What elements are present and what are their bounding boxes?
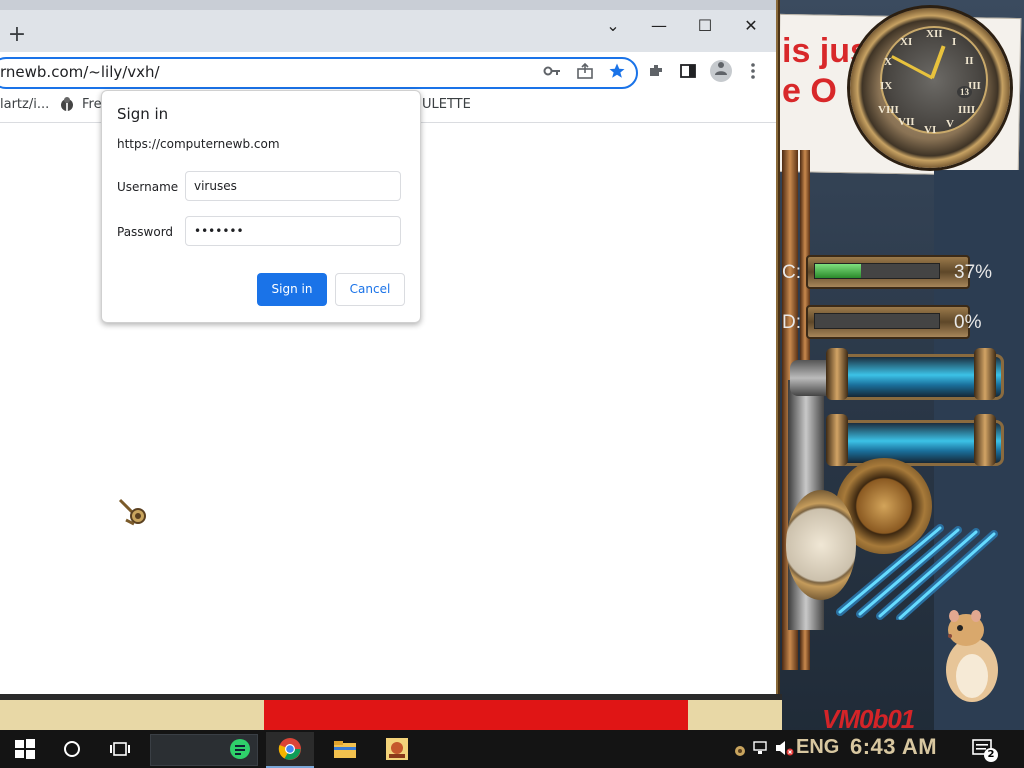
clock-numeral: V (946, 118, 954, 130)
bookmark-item[interactable]: Fre (82, 97, 102, 112)
tube-cap (826, 414, 848, 466)
key-icon[interactable] (542, 62, 562, 82)
neon-rods (836, 524, 998, 620)
minimize-button[interactable]: — (636, 12, 682, 40)
menu-kebab-icon[interactable] (743, 62, 763, 82)
clock-date: 13 (957, 86, 972, 98)
clock-numeral: IX (880, 80, 893, 92)
cancel-button[interactable]: Cancel (335, 273, 405, 306)
chat-icon (230, 739, 250, 759)
window-shadow (0, 694, 782, 700)
bookmark-item[interactable]: lartz/i... (0, 97, 49, 112)
hamster-icon (946, 610, 998, 702)
banner-text-line2: e O (782, 72, 837, 110)
gauge-percent-label: 37% (954, 262, 993, 283)
chrome-icon (276, 732, 304, 766)
drive-gauge-c (806, 255, 970, 289)
tube-cap (974, 414, 996, 466)
side-panel-icon[interactable] (678, 62, 698, 82)
tab-search-button[interactable]: ⌄ (590, 12, 636, 40)
clock-numeral: VII (898, 116, 915, 128)
clock-numeral: VI (924, 124, 937, 136)
language-indicator[interactable]: ENG (796, 736, 839, 759)
taskbar-app-game[interactable] (382, 732, 412, 766)
taskbar-clock[interactable]: 6:43 AM (850, 734, 937, 760)
tray-widget-icon[interactable] (734, 742, 746, 761)
circle-icon (64, 741, 80, 757)
password-label: Password (117, 225, 174, 239)
taskbar-app-notes[interactable] (226, 732, 254, 766)
game-icon (386, 738, 408, 760)
task-view-icon (110, 742, 130, 756)
gauge-fill (815, 264, 861, 278)
notification-count-badge: 2 (984, 748, 998, 762)
gauge-percent-label: 0% (954, 312, 982, 333)
profile-avatar-icon[interactable] (710, 60, 732, 82)
cortana-button[interactable] (56, 732, 88, 766)
windows-logo-icon (15, 739, 35, 759)
extensions-icon[interactable] (646, 62, 666, 82)
clock-numeral: XII (926, 28, 943, 40)
share-icon[interactable] (575, 62, 595, 82)
clock-numeral: II (965, 55, 974, 67)
clock-numeral: XI (900, 36, 913, 48)
gauge-drive-label: D: (782, 312, 801, 333)
bug-icon (58, 95, 76, 117)
gauge-drive-label: C: (782, 262, 801, 283)
network-icon[interactable] (752, 740, 770, 760)
volume-muted-icon[interactable] (774, 740, 794, 760)
bookmark-item[interactable]: ULETTE (422, 97, 471, 112)
start-button[interactable] (8, 732, 42, 766)
pointer-sprite-icon (118, 498, 146, 526)
bookmark-star-icon[interactable] (607, 62, 627, 82)
tube-cap (826, 348, 848, 400)
taskbar-app-explorer[interactable] (330, 732, 360, 766)
password-field[interactable]: ••••••• (185, 216, 401, 246)
address-bar-url[interactable]: rnewb.com/~lily/vxh/ (0, 63, 160, 81)
folder-icon (334, 741, 356, 758)
new-tab-button[interactable]: + (6, 24, 28, 46)
dialog-title: Sign in (117, 105, 169, 123)
maximize-button[interactable]: ☐ (682, 12, 728, 40)
task-view-button[interactable] (104, 732, 136, 766)
clock-numeral: VIII (878, 104, 899, 116)
clock-numeral: I (952, 36, 957, 48)
sign-in-button[interactable]: Sign in (257, 273, 327, 306)
wallpaper-strip (264, 700, 688, 730)
dialog-origin: https://computernewb.com (117, 137, 280, 151)
tube-cap (974, 348, 996, 400)
close-button[interactable]: ✕ (728, 12, 774, 40)
username-label: Username (117, 180, 179, 194)
username-field[interactable]: viruses (185, 171, 401, 201)
clock-numeral: IIII (958, 104, 976, 116)
tab-strip-top (0, 0, 776, 10)
drive-gauge-d (806, 305, 970, 339)
